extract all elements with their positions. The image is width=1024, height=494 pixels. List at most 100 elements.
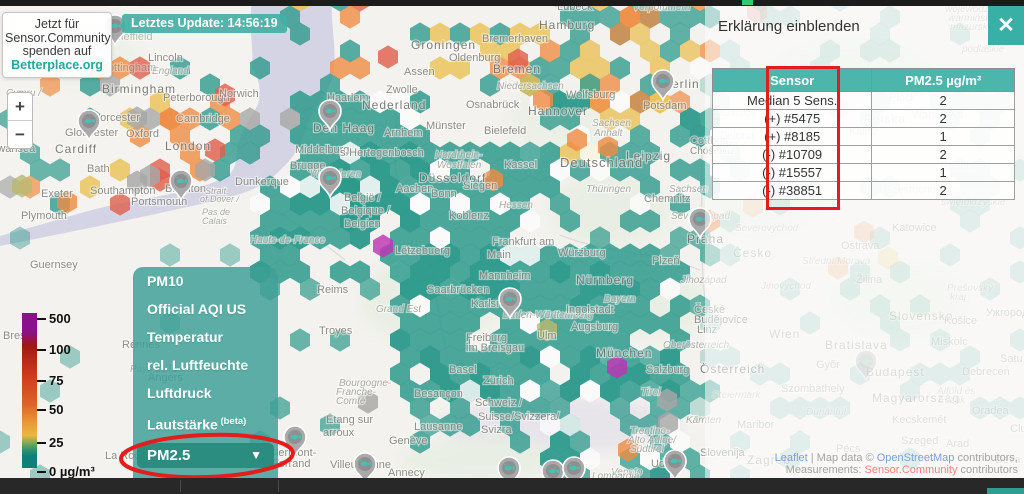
map-label: Augsburg [571,321,618,333]
last-update-badge: Letztes Update: 14:56:19 [122,14,287,33]
map-label: Bremen [493,62,541,76]
map-label: Besançon [414,388,463,400]
legend-tick-label: 75 [49,373,63,388]
top-bar-accent [742,0,753,5]
legend-tick: 25 [37,435,63,450]
map-label: Sachsen [669,184,708,195]
map-label: Niedersachsen [497,81,564,92]
panel-title: Erklärung einblenden [718,18,860,35]
map-label: Westfalen [437,160,482,171]
map-label: Frankfurt am [492,236,554,248]
zoom-out-button[interactable]: − [8,121,32,148]
map-label: Genève [389,435,428,447]
table-row: (-) #107092 [713,146,1015,164]
layer-menu-item-pm10[interactable]: PM10 [147,274,278,289]
legend-tick-dash [37,380,46,382]
map-label: Reims [317,284,349,296]
table-row: (-) #155571 [713,164,1015,182]
legend-tick-label: 500 [49,311,71,326]
map-label: arroux [323,427,355,439]
legend-tick-dash [37,409,46,411]
map-label: Lausanne [414,421,462,433]
zoom-control: + − [7,92,33,149]
sensor-community-link[interactable]: Sensor.Community [865,464,958,476]
layer-menu-item-official-aqi-us[interactable]: Official AQI US [147,302,278,317]
donation-line: spenden auf [5,45,109,59]
map-label: Exeter [41,188,73,200]
map-label: Bremerhaven [482,33,548,45]
map-label: België / [344,192,382,204]
attribution-text: | Map data © [808,452,877,464]
legend-tick-dash [37,442,46,444]
map-label: Comté [336,396,366,407]
legend-gradient-bar [22,313,37,468]
layer-select-pm25[interactable]: PM2.5 ▼ [137,443,274,468]
map-label: Salzburg [646,364,689,376]
map-label: Plzeň [652,255,680,267]
map-label: Plymouth [21,210,67,222]
table-header: PM2.5 µg/m³ [872,69,1015,92]
sensor-community-map-app: LeedsHullSheffieldLiverpoolLincolnEnglan… [0,0,1024,494]
donation-line: Sensor.Community [5,32,109,46]
map-label: s-Hertogenbosch [340,147,424,159]
sensor-id-cell: Median 5 Sens. [713,92,872,110]
legend-tick: 50 [37,402,63,417]
sensor-value-cell: 2 [872,182,1015,200]
close-icon[interactable]: ✕ [988,6,1024,45]
betterplace-link[interactable]: Betterplace.org [5,59,109,73]
map-label: Svizra [481,424,512,436]
map-label: Ingolstadt [566,304,614,316]
sensor-value-cell: 1 [872,128,1015,146]
map-label: Hannover [528,104,588,118]
map-label: Zwolle [386,84,418,96]
map-label: Hamburg [539,18,595,32]
legend-tick-label: 50 [49,402,63,417]
taskbar-separator [180,480,181,492]
map-label: Potsdam [643,100,686,112]
map-label: Assen [404,66,435,78]
map-label: Deutschland [560,155,643,170]
map-label: Lëtzebuerg [395,245,450,257]
taskbar-accent [987,488,1024,494]
layer-menu-item-lautst-rke[interactable]: Lautstärke (beta) [147,414,278,433]
map-label: Bayern [604,294,636,305]
map-label: Troyes [319,325,353,337]
taskbar-separator [278,480,279,492]
zoom-in-button[interactable]: + [8,93,32,121]
attribution-link[interactable]: Leaflet [775,452,808,464]
map-label: Nürnberg [576,273,634,287]
table-row: (+) #81851 [713,128,1015,146]
map-label: Grand Est [376,304,422,315]
beta-tag: (beta) [218,416,247,427]
donation-box: Jetzt für Sensor.Community spenden auf B… [2,12,112,78]
legend-tick-dash [37,471,46,473]
layer-menu-item-luftdruck[interactable]: Luftdruck [147,386,278,401]
map-label: Nederland [362,98,426,112]
sensor-value-cell: 2 [872,110,1015,128]
table-row: (-) #388512 [713,182,1015,200]
attribution-link[interactable]: OpenStreetMap [877,452,955,464]
map-label: Mannheim [479,270,530,282]
map-label: im Breisgau [466,342,524,354]
table-row: (+) #54752 [713,110,1015,128]
legend-tick-dash [37,349,46,351]
layer-menu-item-rel-luftfeuchte[interactable]: rel. Luftfeuchte [147,358,278,373]
map-label: Suisse/Svizzera/ [478,411,560,423]
sensor-table: SensorPM2.5 µg/m³ Median 5 Sens.2(+) #54… [712,68,1015,200]
legend-tick-label: 0 µg/m³ [49,464,95,479]
legend-tick-label: 25 [49,435,63,450]
donation-line: Jetzt für [5,18,109,32]
legend-tick-label: 100 [49,342,71,357]
table-header: Sensor [713,69,872,92]
map-label: Bielefeld [484,125,526,137]
layer-menu-item-temperatur[interactable]: Temperatur [147,330,278,345]
map-label: Koblenz [449,210,489,222]
legend-tick: 100 [37,342,71,357]
map-label: Norwich [219,88,259,100]
table-row: Median 5 Sens.2 [713,92,1015,110]
legend-tick-dash [37,318,46,320]
legend-tick: 500 [37,311,71,326]
map-label: Belgien [344,218,381,230]
map-label: Portsmouth [131,196,187,208]
map-label: Den Haag [313,121,375,135]
